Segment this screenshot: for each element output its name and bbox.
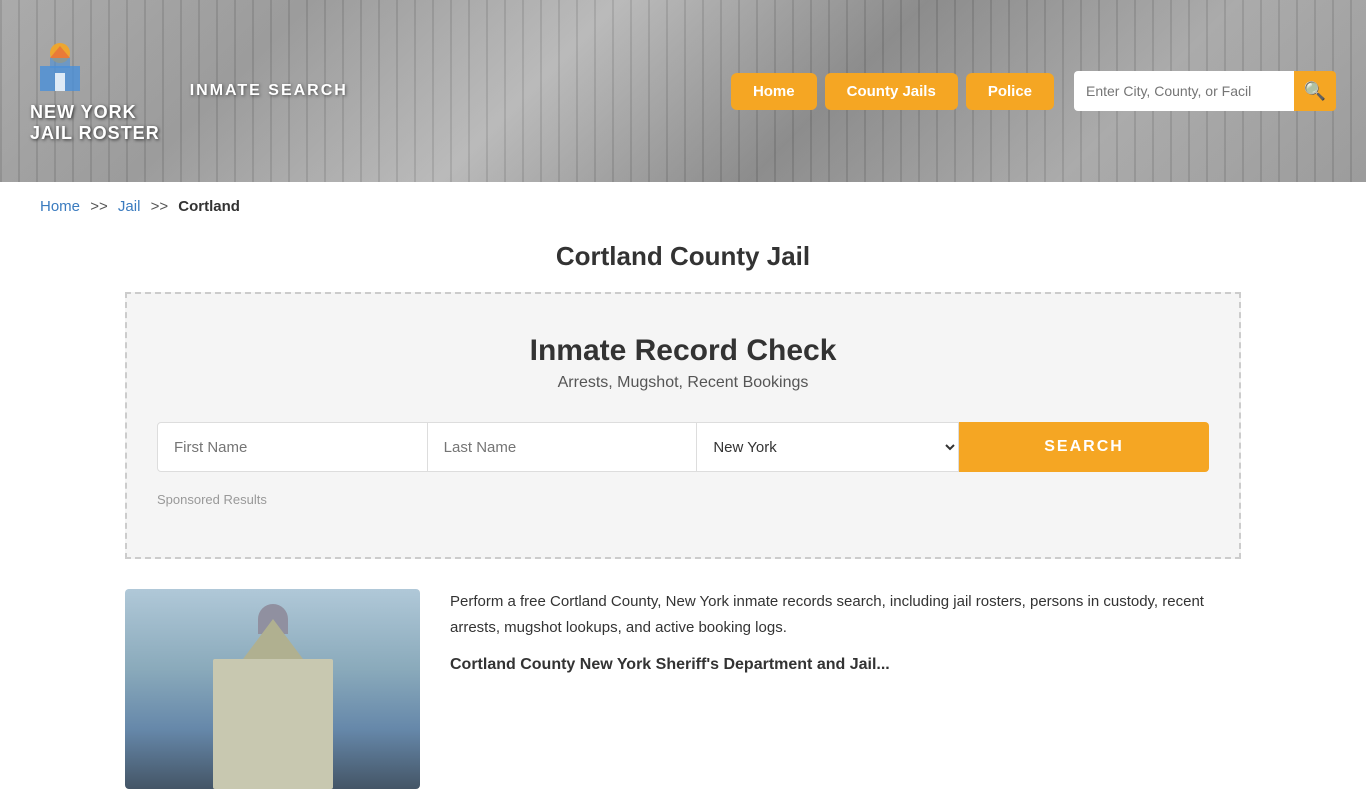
search-submit-button[interactable]: SEARCH (959, 422, 1209, 472)
header-content: NEW YORK JAIL ROSTER INMATE SEARCH Home … (0, 38, 1366, 144)
bottom-section: Perform a free Cortland County, New York… (0, 589, 1366, 789)
inmate-search-form: AlabamaAlaskaArizonaArkansasCaliforniaCo… (157, 422, 1209, 472)
breadcrumb-home-link[interactable]: Home (40, 198, 80, 215)
sponsored-results-label: Sponsored Results (157, 492, 1209, 507)
breadcrumb-jail-link[interactable]: Jail (118, 198, 141, 215)
first-name-input[interactable] (157, 422, 428, 472)
breadcrumb-sep2: >> (151, 198, 169, 215)
state-select[interactable]: AlabamaAlaskaArizonaArkansasCaliforniaCo… (697, 422, 959, 472)
header-search-button[interactable]: 🔍 (1294, 71, 1336, 111)
nav-county-jails-button[interactable]: County Jails (825, 73, 958, 110)
page-title: Cortland County Jail (0, 241, 1366, 272)
description-subtitle: Cortland County New York Sheriff's Depar… (450, 656, 1241, 674)
logo-line1: NEW YORK (30, 102, 137, 123)
description-text: Perform a free Cortland County, New York… (450, 589, 1241, 640)
breadcrumb-sep1: >> (90, 198, 108, 215)
search-icon: 🔍 (1304, 81, 1326, 102)
logo-icon (30, 38, 90, 98)
inmate-search-label: INMATE SEARCH (190, 82, 348, 100)
logo-area: NEW YORK JAIL ROSTER (30, 38, 160, 144)
nav-police-button[interactable]: Police (966, 73, 1054, 110)
header-search-area: 🔍 (1074, 71, 1336, 111)
breadcrumb: Home >> Jail >> Cortland (0, 182, 1366, 231)
last-name-input[interactable] (428, 422, 698, 472)
building-image (125, 589, 420, 789)
breadcrumb-current: Cortland (178, 198, 240, 215)
site-header: NEW YORK JAIL ROSTER INMATE SEARCH Home … (0, 0, 1366, 182)
nav-home-button[interactable]: Home (731, 73, 817, 110)
record-check-title: Inmate Record Check (157, 334, 1209, 368)
logo-line2: JAIL ROSTER (30, 123, 160, 144)
record-check-box: Inmate Record Check Arrests, Mugshot, Re… (125, 292, 1241, 559)
header-search-input[interactable] (1074, 71, 1294, 111)
nav-area: Home County Jails Police (731, 73, 1054, 110)
record-check-subtitle: Arrests, Mugshot, Recent Bookings (157, 374, 1209, 392)
dome-icon (258, 604, 288, 634)
description-area: Perform a free Cortland County, New York… (450, 589, 1241, 789)
